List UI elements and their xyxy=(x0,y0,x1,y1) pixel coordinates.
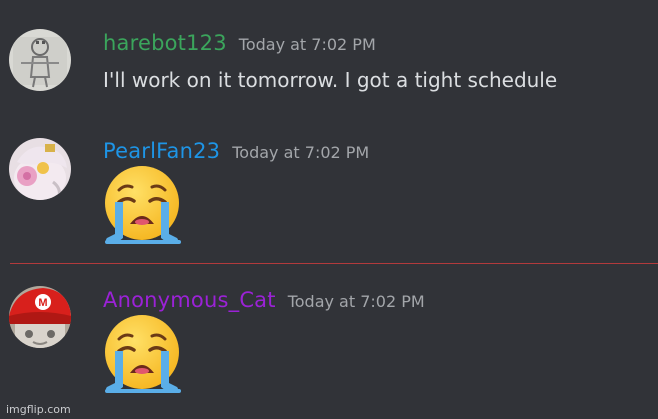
username[interactable]: Anonymous_Cat xyxy=(103,288,276,312)
watermark: imgflip.com xyxy=(6,403,71,416)
timestamp: Today at 7:02 PM xyxy=(287,292,425,311)
timestamp: Today at 7:02 PM xyxy=(232,143,370,162)
timestamp: Today at 7:02 PM xyxy=(238,35,376,54)
username[interactable]: harebot123 xyxy=(103,31,227,55)
loudly-crying-face-icon xyxy=(101,313,183,395)
avatar[interactable] xyxy=(9,29,71,91)
message-text: I'll work on it tomorrow. I got a tight … xyxy=(103,68,558,92)
username[interactable]: PearlFan23 xyxy=(103,139,220,163)
loudly-crying-face-icon xyxy=(101,164,183,246)
svg-text:M: M xyxy=(38,297,47,309)
avatar[interactable] xyxy=(9,138,71,200)
avatar[interactable]: M xyxy=(9,286,71,348)
chat-message-list: harebot123 Today at 7:02 PM I'll work on… xyxy=(0,0,658,419)
new-messages-divider xyxy=(10,263,658,264)
